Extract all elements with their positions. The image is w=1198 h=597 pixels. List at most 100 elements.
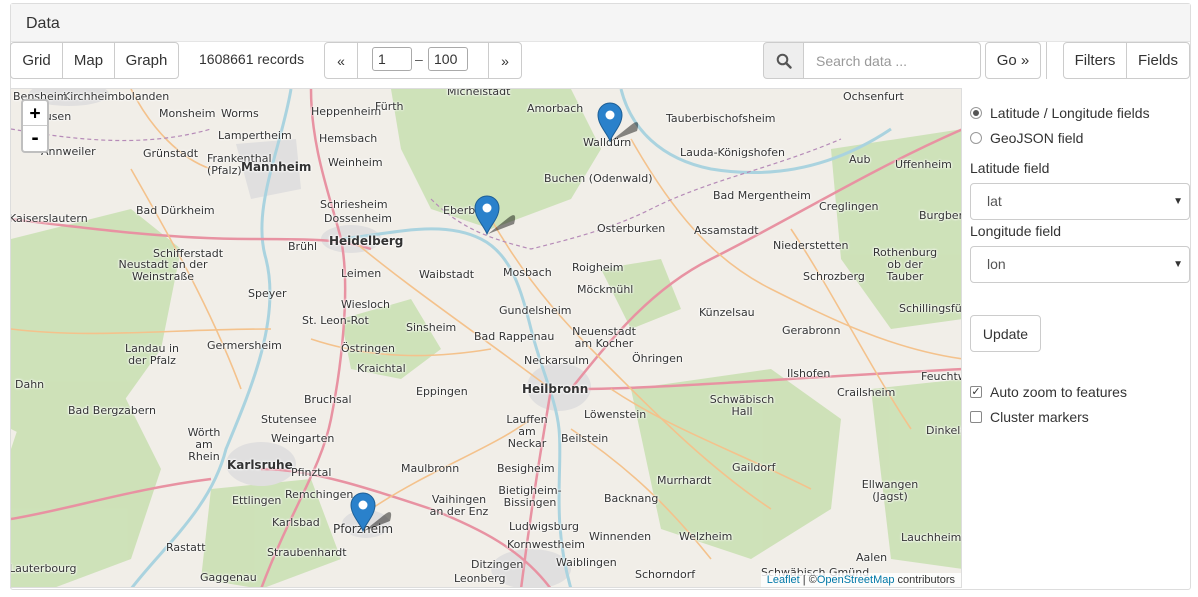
place-label: Crailsheim [837, 386, 896, 399]
view-map-button[interactable]: Map [62, 42, 115, 79]
place-label: Ellwangen (Jagst) [861, 478, 919, 503]
place-label: Rastatt [166, 541, 206, 554]
pager-from-input[interactable] [372, 47, 412, 71]
place-label: Bad Bergzabern [68, 404, 156, 417]
place-label: Uffenheim [895, 158, 952, 171]
auto-zoom-label: Auto zoom to features [990, 384, 1127, 400]
leaflet-link[interactable]: Leaflet [767, 574, 800, 586]
place-label: Creglingen [819, 200, 879, 213]
pager-prev-button[interactable]: « [324, 42, 358, 79]
geojson-radio[interactable] [970, 132, 982, 144]
zoom-out-button[interactable]: - [23, 126, 47, 151]
pager-to-input[interactable] [428, 47, 468, 71]
place-label: Lauterbourg [10, 562, 77, 575]
place-label: Vaihingen an der Enz [429, 493, 489, 518]
place-label: Gaildorf [732, 461, 776, 474]
place-label: Kornwestheim [507, 538, 586, 551]
map-marker[interactable] [474, 194, 534, 242]
place-label: Schriesheim [320, 198, 388, 211]
place-label: Beilstein [561, 432, 609, 445]
map-marker-icon [350, 492, 392, 533]
place-label: Mannheim [241, 160, 312, 174]
place-label: Schillingsfürst [899, 302, 962, 315]
place-label: Remchingen [285, 488, 354, 501]
place-label: Östringen [341, 342, 395, 355]
cluster-markers-checkbox[interactable] [970, 411, 982, 423]
search-addon [763, 42, 804, 79]
place-label: Waiblingen [556, 556, 617, 569]
place-label: Aub [849, 153, 871, 166]
place-label: Ochsenfurt [843, 90, 904, 103]
place-label: Weingarten [271, 432, 335, 445]
zoom-in-button[interactable]: + [23, 101, 47, 126]
place-label: Wörth am Rhein [187, 426, 221, 463]
cluster-markers-option[interactable]: Cluster markers [970, 409, 1089, 425]
fields-button[interactable]: Fields [1126, 42, 1190, 79]
place-label: Eppingen [416, 385, 468, 398]
place-label: Ditzingen [471, 558, 524, 571]
place-label: Gaggenau [200, 571, 257, 584]
place-label: Leonberg [454, 572, 506, 585]
place-label: Stutensee [261, 413, 317, 426]
longitude-field-label: Longitude field [970, 223, 1062, 239]
place-label: Niederstetten [773, 239, 849, 252]
latlon-radio-label: Latitude / Longitude fields [990, 105, 1150, 121]
view-grid-button[interactable]: Grid [10, 42, 63, 79]
place-label: Schrozberg [803, 270, 865, 283]
place-label: Neuenstadt am Kocher [572, 325, 636, 350]
place-label: Bruchsal [304, 393, 352, 406]
place-label: Ilshofen [787, 367, 831, 380]
place-label: Ettlingen [232, 494, 282, 507]
pager-next-button[interactable]: » [488, 42, 522, 79]
toolbar-divider [1046, 42, 1047, 79]
place-label: Worms [221, 107, 259, 120]
auto-zoom-checkbox[interactable]: ✓ [970, 386, 982, 398]
auto-zoom-option[interactable]: ✓ Auto zoom to features [970, 384, 1127, 400]
place-label: Waibstadt [419, 268, 475, 281]
place-label: Maulbronn [401, 462, 460, 475]
place-label: Roigheim [572, 261, 624, 274]
longitude-field-value: lon [987, 256, 1006, 272]
chevron-down-icon: ▼ [1173, 259, 1183, 270]
place-label: Hemsbach [319, 132, 378, 145]
latlon-radio-option[interactable]: Latitude / Longitude fields [970, 105, 1150, 121]
place-label: Buchen (Odenwald) [544, 172, 653, 185]
place-label: Lauchheim [901, 531, 962, 544]
place-label: Ludwigsburg [509, 520, 579, 533]
place-label: Fürth [375, 100, 404, 113]
latitude-field-value: lat [987, 193, 1002, 209]
place-label: Künzelsau [699, 306, 755, 319]
place-label: Straubenhardt [267, 546, 347, 559]
place-label: Heilbronn [522, 382, 589, 396]
map-marker-icon [597, 102, 639, 143]
latlon-radio[interactable] [970, 107, 982, 119]
place-label: Schorndorf [635, 568, 696, 581]
update-button[interactable]: Update [970, 315, 1041, 352]
place-label: Karlsbad [272, 516, 320, 529]
place-label: Dahn [15, 378, 45, 391]
geojson-radio-option[interactable]: GeoJSON field [970, 130, 1083, 146]
latitude-field-select[interactable]: lat ▼ [970, 183, 1190, 220]
map-view[interactable]: Kirchheimbolanden Monsheim Worms Heppenh… [10, 88, 962, 588]
map-marker[interactable] [597, 101, 657, 149]
place-label: Heidelberg [329, 234, 404, 248]
filters-button[interactable]: Filters [1063, 42, 1127, 79]
search-input[interactable] [803, 42, 981, 79]
place-label: Öhringen [632, 352, 683, 365]
place-label: Osterburken [597, 222, 666, 235]
osm-link[interactable]: OpenStreetMap [817, 574, 895, 586]
place-label: Bad Rappenau [474, 330, 555, 343]
latitude-field-label: Latitude field [970, 160, 1050, 176]
view-graph-button[interactable]: Graph [114, 42, 179, 79]
cluster-markers-label: Cluster markers [990, 409, 1089, 425]
chevron-down-icon: ▼ [1173, 196, 1183, 207]
place-label: Schwäbisch Hall [709, 393, 775, 418]
place-label: Dinkelsb [926, 424, 961, 437]
attribution-separator: | © [799, 574, 817, 586]
longitude-field-select[interactable]: lon ▼ [970, 246, 1190, 283]
search-go-button[interactable]: Go » [985, 42, 1041, 79]
place-label: Gundelsheim [499, 304, 572, 317]
place-label: Bietigheim-Bissingen [498, 484, 562, 509]
map-marker[interactable] [350, 491, 410, 539]
place-label: Winnenden [589, 530, 652, 543]
